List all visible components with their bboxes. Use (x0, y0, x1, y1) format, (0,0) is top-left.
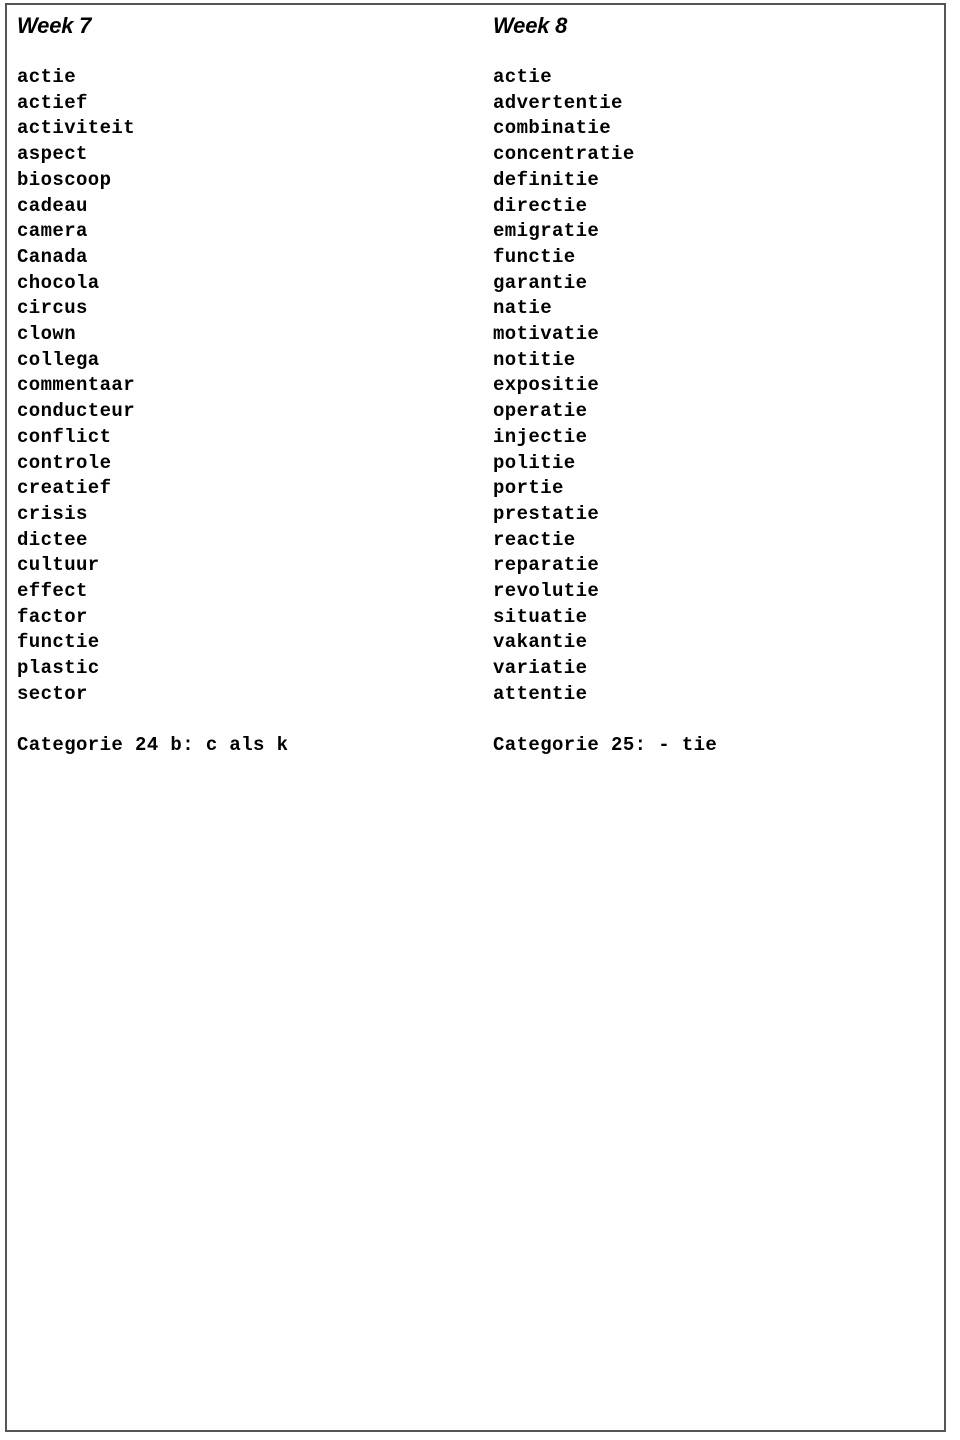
list-item: cadeau (17, 194, 88, 217)
week-heading-7: Week 7 (17, 13, 92, 38)
list-item: activiteit (17, 117, 136, 140)
list-item: politie (493, 451, 576, 474)
list-item: commentaar (17, 374, 136, 397)
list-item: effect (17, 580, 88, 603)
list-item: aspect (17, 143, 88, 166)
table-cell-week8: Week 8 actie advertentie combinatie conc… (480, 4, 945, 1431)
list-item: natie (493, 297, 553, 320)
list-item: circus (17, 297, 88, 320)
page-canvas: Week 7 actie actief activiteit aspect bi… (0, 0, 960, 1440)
list-item: concentratie (493, 143, 635, 166)
list-item: variatie (493, 657, 588, 680)
list-item: bioscoop (17, 168, 112, 191)
list-item: situatie (493, 605, 588, 628)
list-item: actief (17, 91, 88, 114)
list-item: revolutie (493, 580, 600, 603)
list-item: Canada (17, 245, 88, 268)
week-heading-8: Week 8 (493, 13, 568, 38)
list-item: attentie (493, 682, 588, 705)
word-list-week7: actie actief activiteit aspect bioscoop … (17, 65, 480, 708)
list-item: reactie (493, 528, 576, 551)
list-item: chocola (17, 271, 100, 294)
list-item: garantie (493, 271, 588, 294)
list-item: portie (493, 477, 564, 500)
column-content-week8: Week 8 actie advertentie combinatie conc… (480, 5, 944, 759)
list-item: reparatie (493, 554, 600, 577)
list-item: expositie (493, 374, 600, 397)
list-item: definitie (493, 168, 600, 191)
list-item: functie (493, 245, 576, 268)
list-item: dictee (17, 528, 88, 551)
word-list-table: Week 7 actie actief activiteit aspect bi… (5, 3, 946, 1432)
list-item: advertentie (493, 91, 623, 114)
word-list-week8: actie advertentie combinatie concentrati… (493, 65, 944, 708)
list-item: crisis (17, 502, 88, 525)
table-cell-week7: Week 7 actie actief activiteit aspect bi… (6, 4, 480, 1431)
list-item: motivatie (493, 323, 600, 346)
list-item: injectie (493, 425, 588, 448)
column-content-week7: Week 7 actie actief activiteit aspect bi… (7, 5, 480, 759)
list-item: operatie (493, 400, 588, 423)
table-row: Week 7 actie actief activiteit aspect bi… (6, 4, 945, 1431)
list-item: cultuur (17, 554, 100, 577)
list-item: creatief (17, 477, 112, 500)
list-item: combinatie (493, 117, 612, 140)
list-item: camera (17, 220, 88, 243)
list-item: factor (17, 605, 88, 628)
list-item: directie (493, 194, 588, 217)
list-item: vakantie (493, 631, 588, 654)
list-item: plastic (17, 657, 100, 680)
list-item: emigratie (493, 220, 600, 243)
list-item: sector (17, 682, 88, 705)
categorie-label-week8: Categorie 25: - tie (493, 734, 718, 757)
list-item: prestatie (493, 502, 600, 525)
list-item: conducteur (17, 400, 136, 423)
list-item: controle (17, 451, 112, 474)
list-item: functie (17, 631, 100, 654)
list-item: actie (493, 66, 553, 88)
list-item: conflict (17, 425, 112, 448)
list-item: collega (17, 348, 100, 371)
list-item: clown (17, 323, 77, 346)
list-item: actie (17, 66, 77, 88)
categorie-label-week7: Categorie 24 b: c als k (17, 734, 289, 757)
list-item: notitie (493, 348, 576, 371)
